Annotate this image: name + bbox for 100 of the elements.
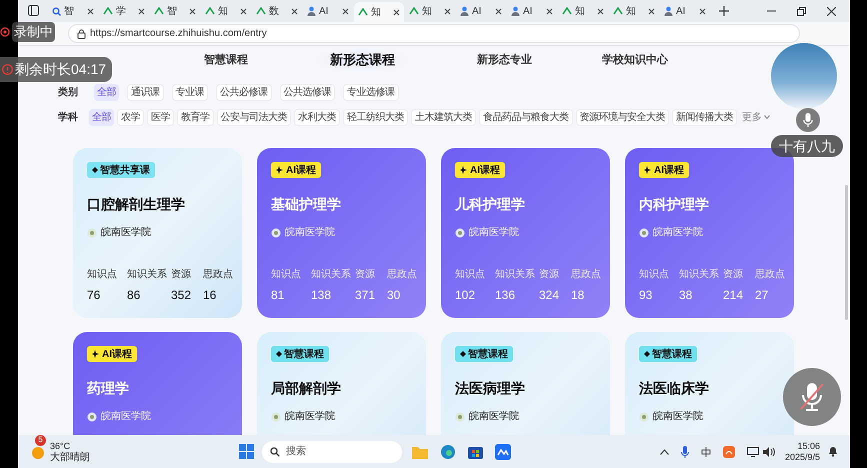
browser-tab[interactable]: 知 <box>201 2 251 20</box>
minimize-icon[interactable] <box>767 10 776 12</box>
course-title: 局部解剖学 <box>271 379 342 398</box>
course-card[interactable]: AI课程 基础护理学 皖南医学院 知识点 81 知识关系 138 资源 371 思政点 30 <box>257 148 426 318</box>
tab-actions-icon[interactable] <box>28 5 39 16</box>
browser-tab[interactable]: 数 <box>252 2 302 20</box>
stat-value: 93 <box>639 287 654 304</box>
close-icon[interactable] <box>495 8 502 14</box>
temperature: 36°C <box>50 440 72 452</box>
course-card[interactable]: 智慧课程 法医临床学 皖南医学院 <box>625 332 794 435</box>
close-icon[interactable] <box>342 8 349 14</box>
school-logo-icon <box>87 412 97 422</box>
restore-icon[interactable] <box>797 6 806 16</box>
stat-value: 81 <box>271 287 286 304</box>
filter-chip[interactable]: 通识课 <box>127 84 164 100</box>
edge-browser-icon[interactable] <box>440 444 456 460</box>
close-icon[interactable] <box>189 8 196 14</box>
close-icon[interactable] <box>648 8 655 14</box>
scrollbar[interactable] <box>845 185 848 320</box>
browser-tab[interactable]: 知 <box>558 2 608 20</box>
search-icon <box>52 6 61 16</box>
filter-chip[interactable]: 全部 <box>89 108 114 126</box>
course-badge: 智慧共享课 <box>87 162 155 178</box>
filter-chip[interactable]: 公共必修课 <box>216 84 272 100</box>
browser-tab[interactable]: AI <box>456 2 506 20</box>
close-icon[interactable] <box>699 8 706 14</box>
browser-tab[interactable]: AI <box>303 2 353 20</box>
filter-chip[interactable]: 水利大类 <box>294 108 340 126</box>
app-tray-icon[interactable] <box>722 446 735 458</box>
browser-tab[interactable]: 知 <box>354 2 404 22</box>
filter-chip[interactable]: 全部 <box>94 84 119 100</box>
browser-tab[interactable]: 知 <box>609 2 659 20</box>
course-card[interactable]: AI课程 内科护理学 皖南医学院 知识点 93 知识关系 38 资源 214 思政点 27 <box>625 148 794 318</box>
nav-tab[interactable]: 智慧课程 <box>204 52 248 68</box>
course-card[interactable]: AI课程 药理学 皖南医学院 <box>73 332 242 435</box>
recording-label: 录制中 <box>12 22 55 42</box>
browser-tab[interactable]: 智 <box>48 2 98 20</box>
browser-tab[interactable]: 学 <box>99 2 149 20</box>
course-card[interactable]: AI课程 儿科护理学 皖南医学院 知识点 102 知识关系 136 资源 324 思政点 18 <box>441 148 610 318</box>
filter-chip[interactable]: 土木建筑大类 <box>411 108 476 126</box>
browser-tab[interactable]: AI <box>660 2 710 20</box>
filter-chip[interactable]: 食品药品与粮食大类 <box>479 108 572 126</box>
chevron-up-icon[interactable] <box>660 448 669 454</box>
url-field[interactable]: https://smartcourse.zhihuishu.com/entry <box>68 24 800 43</box>
meeting-app-icon[interactable] <box>494 444 511 460</box>
muted-microphone-icon <box>799 382 825 412</box>
stat-label: 思政点 <box>571 268 601 282</box>
filter-chip[interactable]: 轻工纺织大类 <box>343 108 408 126</box>
bell-icon[interactable] <box>828 446 838 457</box>
close-icon[interactable] <box>87 8 94 14</box>
filter-chip[interactable]: 专业选修课 <box>343 84 398 100</box>
course-badge: AI课程 <box>271 162 321 178</box>
close-icon[interactable] <box>546 8 553 14</box>
taskbar-search[interactable]: 搜索 <box>262 440 402 462</box>
diamond-icon <box>460 351 466 357</box>
close-icon[interactable] <box>138 8 145 14</box>
close-icon[interactable] <box>291 8 298 14</box>
course-card[interactable]: 智慧共享课 口腔解剖生理学 皖南医学院 知识点 76 知识关系 86 资源 352 思政点 16 <box>73 148 242 318</box>
input-method-icon[interactable] <box>700 446 711 456</box>
filter-chip[interactable]: 公共选修课 <box>280 84 335 100</box>
new-tab-icon[interactable] <box>719 6 729 16</box>
info-icon <box>2 64 13 75</box>
diamond-icon <box>276 351 282 357</box>
course-card[interactable]: 智慧课程 法医病理学 皖南医学院 <box>441 332 610 435</box>
speaker-icon[interactable] <box>762 446 775 456</box>
person-icon <box>460 6 469 16</box>
browser-tab[interactable]: 智 <box>150 2 200 20</box>
course-badge: 智慧课程 <box>271 346 329 362</box>
tab-title: 知 <box>422 4 433 18</box>
browser-tab[interactable]: AI <box>507 2 557 20</box>
timer-text: 剩余时长04:17 <box>15 60 106 79</box>
stat-value: 352 <box>171 287 192 304</box>
close-icon[interactable] <box>827 6 836 16</box>
filter-chip[interactable]: 新闻传播大类 <box>672 108 737 126</box>
clock-time[interactable]: 15:06 <box>797 440 820 452</box>
clock-date[interactable]: 2025/9/5 <box>784 452 820 462</box>
course-badge: 智慧课程 <box>455 346 513 362</box>
store-bag-icon[interactable] <box>468 444 483 459</box>
filter-chip[interactable]: 资源环境与安全大类 <box>576 108 669 126</box>
close-icon[interactable] <box>240 8 247 14</box>
filter-chip[interactable]: 公安与司法大类 <box>216 108 291 126</box>
microphone-icon[interactable] <box>680 446 689 458</box>
filter-chip[interactable]: 医学 <box>147 108 174 126</box>
browser-tab[interactable]: 知 <box>405 2 455 20</box>
close-icon[interactable] <box>597 8 604 14</box>
close-icon[interactable] <box>393 8 400 16</box>
windows-start-icon[interactable] <box>238 444 254 459</box>
nav-tab[interactable]: 学校知识中心 <box>602 52 668 68</box>
nav-tab[interactable]: 新形态专业 <box>477 52 532 68</box>
network-icon[interactable] <box>746 446 759 456</box>
close-icon[interactable] <box>444 8 451 14</box>
filter-chip[interactable]: 农学 <box>117 108 144 126</box>
filter-chip[interactable]: 教育学 <box>177 108 214 126</box>
course-card[interactable]: 智慧课程 局部解剖学 皖南医学院 <box>257 332 426 435</box>
stat-value: 27 <box>755 287 770 304</box>
stat-label: 思政点 <box>203 268 233 282</box>
tab-title: 智 <box>167 4 178 18</box>
stat-value: 30 <box>387 287 402 304</box>
filter-chip[interactable]: 专业课 <box>172 84 208 100</box>
speaker-name: 十有八九 <box>771 135 843 157</box>
